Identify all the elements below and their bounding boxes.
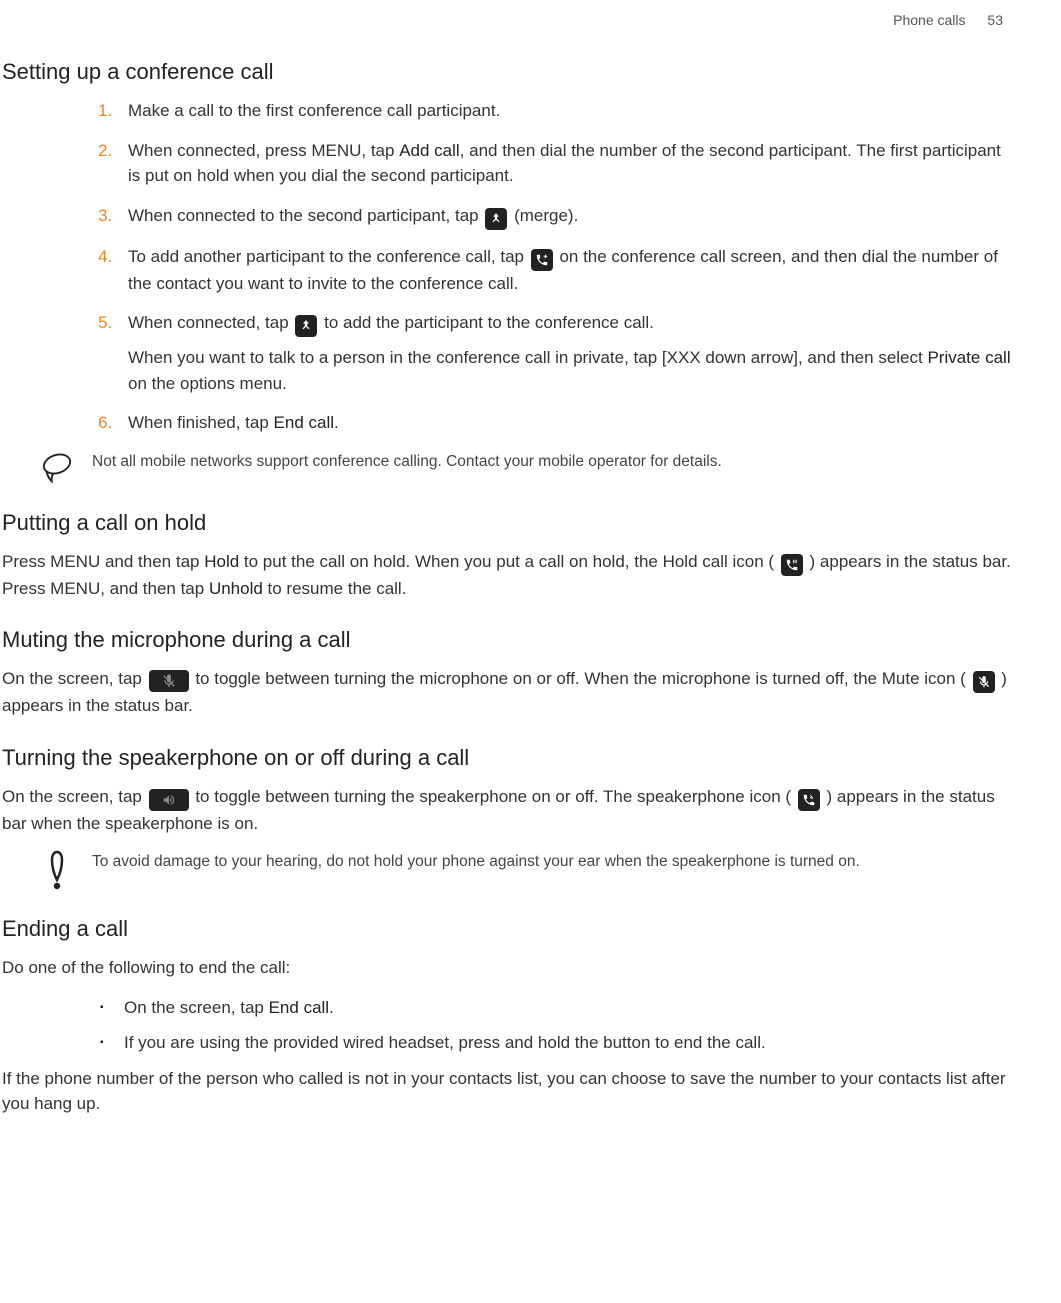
mute-paragraph: On the screen, tap to toggle between tur…: [2, 666, 1011, 719]
heading-mute: Muting the microphone during a call: [2, 623, 1011, 656]
speaker-status-icon: [798, 789, 820, 811]
heading-conference-call: Setting up a conference call: [2, 55, 1011, 88]
step-text: When finished, tap End call.: [128, 413, 339, 432]
end-bullets: On the screen, tap End call. If you are …: [98, 995, 1011, 1056]
step-text: To add another participant to the confer…: [128, 247, 998, 293]
end-bullet-2: If you are using the provided wired head…: [98, 1030, 1011, 1056]
heading-speaker: Turning the speakerphone on or off durin…: [2, 741, 1011, 774]
step-number: 6.: [98, 410, 112, 436]
speaker-toggle-icon: [149, 789, 189, 811]
heading-end-call: Ending a call: [2, 912, 1011, 945]
step-text: Make a call to the first conference call…: [128, 101, 500, 120]
end-intro: Do one of the following to end the call:: [2, 955, 1011, 981]
step-number: 4.: [98, 244, 112, 270]
step-number: 3.: [98, 203, 112, 229]
hold-icon: [781, 554, 803, 576]
speaker-paragraph: On the screen, tap to toggle between tur…: [2, 784, 1011, 837]
step-number: 2.: [98, 138, 112, 164]
header-page-number: 53: [987, 12, 1003, 28]
mute-status-icon: [973, 671, 995, 693]
warning-icon: [38, 850, 76, 890]
step-4: 4. To add another participant to the con…: [98, 244, 1011, 297]
merge-icon: [295, 315, 317, 337]
heading-hold: Putting a call on hold: [2, 506, 1011, 539]
conference-steps: 1. Make a call to the first conference c…: [98, 98, 1011, 436]
step-6: 6. When finished, tap End call.: [98, 410, 1011, 436]
header-section: Phone calls: [893, 12, 965, 28]
add-call-icon: [531, 249, 553, 271]
step-text: When connected, tap to add the participa…: [128, 313, 654, 332]
mute-toggle-icon: [149, 670, 189, 692]
note-icon: [38, 450, 76, 484]
hold-paragraph: Press MENU and then tap Hold to put the …: [2, 549, 1011, 602]
warning-text: To avoid damage to your hearing, do not …: [92, 850, 860, 873]
step-number: 5.: [98, 310, 112, 336]
step-text: When connected, press MENU, tap Add call…: [128, 141, 1001, 186]
step-number: 1.: [98, 98, 112, 124]
note-conference: Not all mobile networks support conferen…: [38, 450, 1011, 484]
step-5: 5. When connected, tap to add the partic…: [98, 310, 1011, 396]
step-2: 2. When connected, press MENU, tap Add c…: [98, 138, 1011, 189]
end-outro: If the phone number of the person who ca…: [2, 1066, 1011, 1117]
step-3: 3. When connected to the second particip…: [98, 203, 1011, 230]
page-header: Phone calls 53: [2, 10, 1011, 31]
step-1: 1. Make a call to the first conference c…: [98, 98, 1011, 124]
warning-speaker: To avoid damage to your hearing, do not …: [38, 850, 1011, 890]
end-bullet-1: On the screen, tap End call.: [98, 995, 1011, 1021]
step-text: When connected to the second participant…: [128, 206, 578, 225]
note-text: Not all mobile networks support conferen…: [92, 450, 722, 473]
step-subtext: When you want to talk to a person in the…: [128, 345, 1011, 396]
merge-icon: [485, 208, 507, 230]
